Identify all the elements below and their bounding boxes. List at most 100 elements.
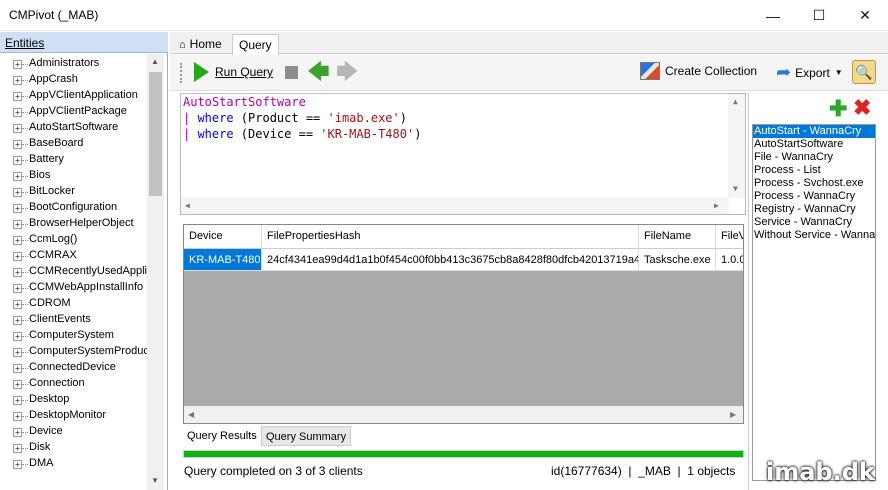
expand-icon[interactable]: + xyxy=(13,188,22,197)
tab-query-results[interactable]: Query Results xyxy=(183,426,261,446)
entity-item[interactable]: + Device xyxy=(0,424,148,440)
expand-icon[interactable]: + xyxy=(13,412,22,421)
editor-vertical-scrollbar[interactable]: ▲ ▼ xyxy=(728,94,745,198)
maximize-button[interactable]: ☐ xyxy=(796,0,842,31)
expand-icon[interactable]: + xyxy=(13,140,22,149)
saved-query-item[interactable]: Process - Svchost.exe xyxy=(753,177,875,190)
saved-query-item[interactable]: File - WannaCry xyxy=(753,151,875,164)
scroll-right-icon[interactable]: ▶ xyxy=(730,410,736,419)
create-collection-button[interactable]: Create Collection xyxy=(640,62,757,80)
entity-item[interactable]: + CDROM xyxy=(0,296,148,312)
expand-icon[interactable]: + xyxy=(13,92,22,101)
expand-icon[interactable]: + xyxy=(13,204,22,213)
saved-query-item[interactable]: AutoStartSoftware xyxy=(753,138,875,151)
scroll-left-icon[interactable]: ◀ xyxy=(188,410,194,419)
expand-icon[interactable]: + xyxy=(13,124,22,133)
export-button[interactable]: ➦ Export ▼ xyxy=(776,62,843,83)
table-row[interactable]: KR-MAB-T480 24cf4341ea99d4d1a1b0f454c00f0… xyxy=(184,249,743,271)
entity-item[interactable]: + ConnectedDevice xyxy=(0,360,148,376)
entity-item[interactable]: + CCMRecentlyUsedApplications xyxy=(0,264,148,280)
expand-icon[interactable]: + xyxy=(13,380,22,389)
expand-icon[interactable]: + xyxy=(13,460,22,469)
expand-icon[interactable]: + xyxy=(13,444,22,453)
scroll-right-icon[interactable]: ▶ xyxy=(714,201,719,210)
entity-item[interactable]: + Administrators xyxy=(0,56,148,72)
expand-icon[interactable]: + xyxy=(13,76,22,85)
expand-icon[interactable]: + xyxy=(13,60,22,69)
entity-item[interactable]: + AppCrash xyxy=(0,72,148,88)
expand-icon[interactable]: + xyxy=(13,236,22,245)
saved-query-item[interactable]: Process - WannaCry xyxy=(753,190,875,203)
table-cell[interactable]: 1.0.0 xyxy=(716,249,743,270)
expand-icon[interactable]: + xyxy=(13,284,22,293)
scroll-down-icon[interactable]: ▼ xyxy=(733,184,738,193)
saved-query-item[interactable]: Without Service - WannaCry xyxy=(753,229,875,242)
entity-item[interactable]: + CCMWebAppInstallInfo xyxy=(0,280,148,296)
back-arrow-icon[interactable]: 🡄 xyxy=(307,61,330,83)
entity-item[interactable]: + Bios xyxy=(0,168,148,184)
entity-item[interactable]: + AppVClientApplication xyxy=(0,88,148,104)
expand-icon[interactable]: + xyxy=(13,428,22,437)
minimize-button[interactable]: — xyxy=(750,0,796,31)
saved-query-item[interactable]: Service - WannaCry xyxy=(753,216,875,229)
entity-item[interactable]: + Connection xyxy=(0,376,148,392)
expand-icon[interactable]: + xyxy=(13,396,22,405)
expand-icon[interactable]: + xyxy=(13,252,22,261)
expand-icon[interactable]: + xyxy=(13,300,22,309)
tab-query-summary[interactable]: Query Summary xyxy=(261,426,352,446)
expand-icon[interactable]: + xyxy=(13,268,22,277)
expand-icon[interactable]: + xyxy=(13,348,22,357)
close-button[interactable]: ✕ xyxy=(842,0,888,31)
saved-query-item[interactable]: Process - List xyxy=(753,164,875,177)
entity-item[interactable]: + AutoStartSoftware xyxy=(0,120,148,136)
expand-icon[interactable]: + xyxy=(13,332,22,341)
entity-item[interactable]: + Desktop xyxy=(0,392,148,408)
column-header[interactable]: FileName xyxy=(639,225,716,248)
entity-item[interactable]: + BaseBoard xyxy=(0,136,148,152)
tab-query[interactable]: Query xyxy=(232,34,279,55)
query-browser-icon[interactable]: 🔍 xyxy=(852,60,876,84)
table-cell[interactable]: KR-MAB-T480 xyxy=(184,249,262,270)
entity-item[interactable]: + ComputerSystem xyxy=(0,328,148,344)
entity-item[interactable]: + Disk xyxy=(0,440,148,456)
scroll-thumb[interactable] xyxy=(149,72,162,196)
entities-scrollbar[interactable]: ▲ ▼ xyxy=(147,54,164,490)
forward-arrow-icon[interactable]: 🡆 xyxy=(336,61,359,83)
entities-header[interactable]: Entities xyxy=(0,32,168,53)
entity-item[interactable]: + CcmLog() xyxy=(0,232,148,248)
delete-query-icon[interactable]: ✖ xyxy=(853,97,871,119)
entity-item[interactable]: + AppVClientPackage xyxy=(0,104,148,120)
entity-item[interactable]: + BootConfiguration xyxy=(0,200,148,216)
scroll-down-icon[interactable]: ▼ xyxy=(151,476,159,485)
entity-item[interactable]: + Battery xyxy=(0,152,148,168)
stop-icon[interactable] xyxy=(285,66,298,79)
column-header[interactable]: FileVersion xyxy=(716,225,743,248)
saved-query-item[interactable]: Registry - WannaCry xyxy=(753,203,875,216)
entity-item[interactable]: + DesktopMonitor xyxy=(0,408,148,424)
results-horizontal-scrollbar[interactable]: ◀ ▶ xyxy=(184,406,743,423)
entity-item[interactable]: + ComputerSystemProduct xyxy=(0,344,148,360)
editor-horizontal-scrollbar[interactable]: ◀ ▶ xyxy=(181,197,729,214)
entity-item[interactable]: + BrowserHelperObject xyxy=(0,216,148,232)
scroll-left-icon[interactable]: ◀ xyxy=(185,201,190,210)
expand-icon[interactable]: + xyxy=(13,220,22,229)
entity-item[interactable]: + DMA xyxy=(0,456,148,472)
entity-item[interactable]: + CCMRAX xyxy=(0,248,148,264)
add-query-icon[interactable]: ✚ xyxy=(829,98,847,120)
table-cell[interactable]: 24cf4341ea99d4d1a1b0f454c00f0bb413c3675c… xyxy=(262,249,639,270)
entity-item[interactable]: + ClientEvents xyxy=(0,312,148,328)
expand-icon[interactable]: + xyxy=(13,364,22,373)
scroll-up-icon[interactable]: ▲ xyxy=(733,97,738,106)
column-header[interactable]: Device xyxy=(184,225,262,248)
run-query-button[interactable]: Run Query xyxy=(194,62,273,82)
entity-item[interactable]: + BitLocker xyxy=(0,184,148,200)
expand-icon[interactable]: + xyxy=(13,108,22,117)
saved-queries-list[interactable]: AutoStart - WannaCry AutoStartSoftware Fil… xyxy=(752,124,876,481)
query-editor[interactable]: AutoStartSoftware | where (Product == 'i… xyxy=(180,93,746,215)
table-cell[interactable]: Tasksche.exe xyxy=(639,249,716,270)
column-header[interactable]: FilePropertiesHash xyxy=(262,225,639,248)
tab-home[interactable]: ⌂ Home xyxy=(173,34,228,54)
saved-query-item[interactable]: AutoStart - WannaCry xyxy=(753,125,875,138)
expand-icon[interactable]: + xyxy=(13,156,22,165)
expand-icon[interactable]: + xyxy=(13,316,22,325)
